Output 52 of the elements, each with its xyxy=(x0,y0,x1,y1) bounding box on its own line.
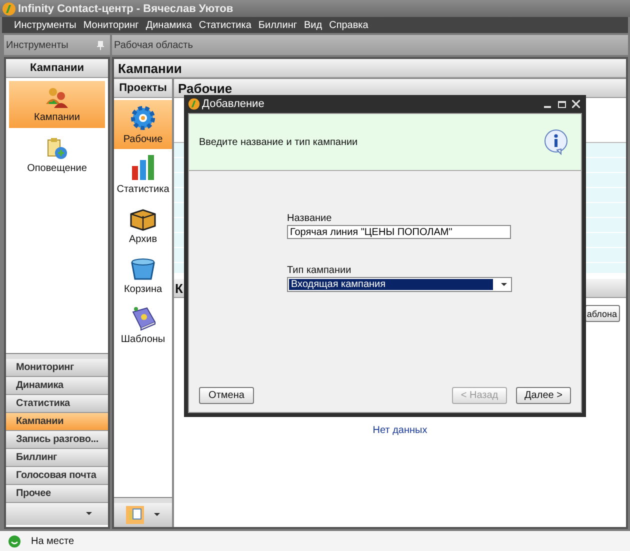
project-item[interactable]: Шаблоны xyxy=(114,300,172,349)
menu-item[interactable]: Статистика xyxy=(198,20,252,30)
tool-item[interactable]: Оповещение xyxy=(9,132,105,179)
dropdown-arrow-icon[interactable] xyxy=(501,282,507,286)
nav-button[interactable]: Голосовая почта xyxy=(6,467,108,485)
status-icon xyxy=(8,534,21,548)
folder-icon[interactable] xyxy=(126,506,144,524)
project-item[interactable]: Статистика xyxy=(114,150,172,199)
field-label: Тип кампании xyxy=(287,265,352,276)
menu-item[interactable]: Справка xyxy=(329,20,368,30)
close-icon[interactable] xyxy=(572,100,580,108)
section-header: Кампании xyxy=(114,59,626,78)
status-text: На месте xyxy=(31,536,74,546)
menu-item[interactable]: Динамика xyxy=(146,20,192,30)
nav-button[interactable]: Запись разгово... xyxy=(6,431,108,449)
panel-title: Инструменты xyxy=(6,40,68,50)
window-title: Infinity Contact-центр - Вячеслав Уютов xyxy=(18,2,234,14)
projects-header: Проекты xyxy=(114,79,172,98)
project-item[interactable]: Архив xyxy=(114,200,172,249)
info-icon xyxy=(543,129,569,155)
project-item[interactable]: Корзина xyxy=(114,250,172,299)
nav-button[interactable]: Статистика xyxy=(6,395,108,413)
app-logo-icon xyxy=(188,98,200,110)
type-dropdown[interactable]: Входящая кампания xyxy=(287,277,512,292)
dropdown-arrow-icon[interactable] xyxy=(154,513,160,517)
dropdown-arrow-icon[interactable] xyxy=(86,512,92,516)
project-item[interactable]: Рабочие xyxy=(114,100,172,149)
menu-item[interactable]: Мониторинг xyxy=(83,20,139,30)
nav-button[interactable]: Биллинг xyxy=(6,449,108,467)
section-header: Кампании xyxy=(6,59,108,78)
template-button[interactable]: аблона xyxy=(584,305,620,322)
menu-item[interactable]: Вид xyxy=(304,20,322,30)
nav-button[interactable]: Мониторинг xyxy=(6,359,108,377)
nav-button[interactable]: Кампании xyxy=(6,413,108,431)
menu-item[interactable]: Инструменты xyxy=(14,20,76,30)
empty-message: Нет данных xyxy=(372,425,428,436)
nav-button[interactable]: Динамика xyxy=(6,377,108,395)
tool-item[interactable]: Кампании xyxy=(9,81,105,128)
field-label: Название xyxy=(287,213,333,224)
cancel-button[interactable]: Отмена xyxy=(199,387,254,404)
gear-icon xyxy=(129,104,157,132)
maximize-icon[interactable] xyxy=(558,100,566,108)
next-button[interactable]: Далее > xyxy=(516,387,571,404)
dialog-hint: Введите название и тип кампании xyxy=(199,136,358,148)
bar-chart-icon xyxy=(129,154,157,182)
nav-button[interactable]: Прочее xyxy=(6,485,108,503)
name-field[interactable]: Горячая линия "ЦЕНЫ ПОПОЛАМ" xyxy=(287,225,511,239)
dialog-title: Добавление xyxy=(202,98,266,110)
menu-item[interactable]: Биллинг xyxy=(258,20,297,30)
app-logo-icon xyxy=(2,2,16,16)
panel-title: Рабочая область xyxy=(114,40,193,50)
people-icon xyxy=(45,86,69,110)
